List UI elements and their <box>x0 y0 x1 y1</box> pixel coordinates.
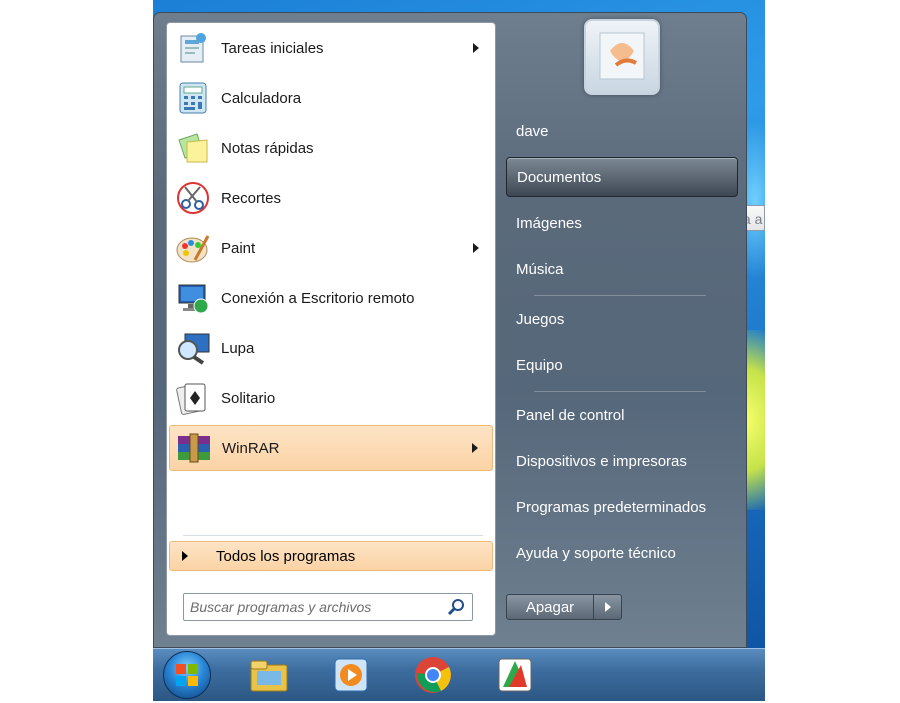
help-support-link[interactable]: Ayuda y soporte técnico <box>506 533 738 573</box>
program-label: Notas rápidas <box>221 139 314 157</box>
snipping-tool-icon <box>175 180 211 216</box>
program-label: Lupa <box>221 339 255 357</box>
computer-link[interactable]: Equipo <box>506 345 738 385</box>
program-item-magnifier[interactable]: Lupa <box>169 325 493 371</box>
shutdown-options-button[interactable] <box>594 594 622 620</box>
taskbar <box>153 648 765 701</box>
submenu-arrow-icon[interactable] <box>473 243 479 253</box>
pictures-link[interactable]: Imágenes <box>506 203 738 243</box>
user-picture[interactable] <box>584 19 660 95</box>
program-item-winrar[interactable]: WinRAR <box>169 425 493 471</box>
chevron-right-icon <box>604 602 611 612</box>
program-item-getting-started[interactable]: Tareas iniciales <box>169 25 493 71</box>
winrar-icon <box>176 430 212 466</box>
devices-printers-link[interactable]: Dispositivos e impresoras <box>506 441 738 481</box>
program-label: Recortes <box>221 189 282 207</box>
search-box[interactable] <box>183 593 473 621</box>
program-item-solitaire[interactable]: Solitario <box>169 375 493 421</box>
documents-link[interactable]: Documentos <box>506 157 738 197</box>
paint-icon <box>175 230 211 266</box>
music-link[interactable]: Música <box>506 249 738 289</box>
solitaire-icon <box>175 380 211 416</box>
submenu-arrow-icon[interactable] <box>472 443 478 453</box>
all-programs-label: Todos los programas <box>216 547 356 565</box>
start-menu: Tareas iniciales Calculadora Notas rápid… <box>153 12 747 648</box>
shutdown-button[interactable]: Apagar <box>506 594 594 620</box>
user-picture-icon <box>599 32 645 80</box>
divider <box>534 295 706 296</box>
program-item-sticky-notes[interactable]: Notas rápidas <box>169 125 493 171</box>
program-label: Paint <box>221 239 256 257</box>
program-label: Conexión a Escritorio remoto <box>221 289 415 307</box>
magnifier-icon <box>175 330 211 366</box>
divider <box>534 391 706 392</box>
program-item-remote-desktop[interactable]: Conexión a Escritorio remoto <box>169 275 493 321</box>
chrome-icon[interactable] <box>411 653 455 697</box>
user-name-link[interactable]: dave <box>506 111 738 151</box>
default-programs-link[interactable]: Programas predeterminados <box>506 487 738 527</box>
program-item-snipping-tool[interactable]: Recortes <box>169 175 493 221</box>
search-input[interactable] <box>184 598 446 616</box>
getting-started-icon <box>175 30 211 66</box>
program-item-paint[interactable]: Paint <box>169 225 493 271</box>
games-link[interactable]: Juegos <box>506 299 738 339</box>
expand-arrow-icon <box>182 551 188 561</box>
program-label: Solitario <box>221 389 276 407</box>
media-player-icon[interactable] <box>329 653 373 697</box>
winrar-taskbar-icon[interactable] <box>493 653 537 697</box>
divider <box>183 535 483 536</box>
program-label: WinRAR <box>222 439 280 457</box>
programs-pane: Tareas iniciales Calculadora Notas rápid… <box>166 22 496 636</box>
file-explorer-icon[interactable] <box>247 653 291 697</box>
program-label: Calculadora <box>221 89 302 107</box>
all-programs-button[interactable]: Todos los programas <box>169 541 493 571</box>
shutdown-control: Apagar <box>506 594 622 620</box>
submenu-arrow-icon[interactable] <box>473 43 479 53</box>
control-panel-link[interactable]: Panel de control <box>506 395 738 435</box>
sticky-notes-icon <box>175 130 211 166</box>
remote-desktop-icon <box>175 280 211 316</box>
calculator-icon <box>175 80 211 116</box>
start-orb-icon[interactable] <box>163 651 211 699</box>
program-item-calculator[interactable]: Calculadora <box>169 75 493 121</box>
program-label: Tareas iniciales <box>221 39 324 57</box>
search-icon[interactable] <box>446 597 466 617</box>
